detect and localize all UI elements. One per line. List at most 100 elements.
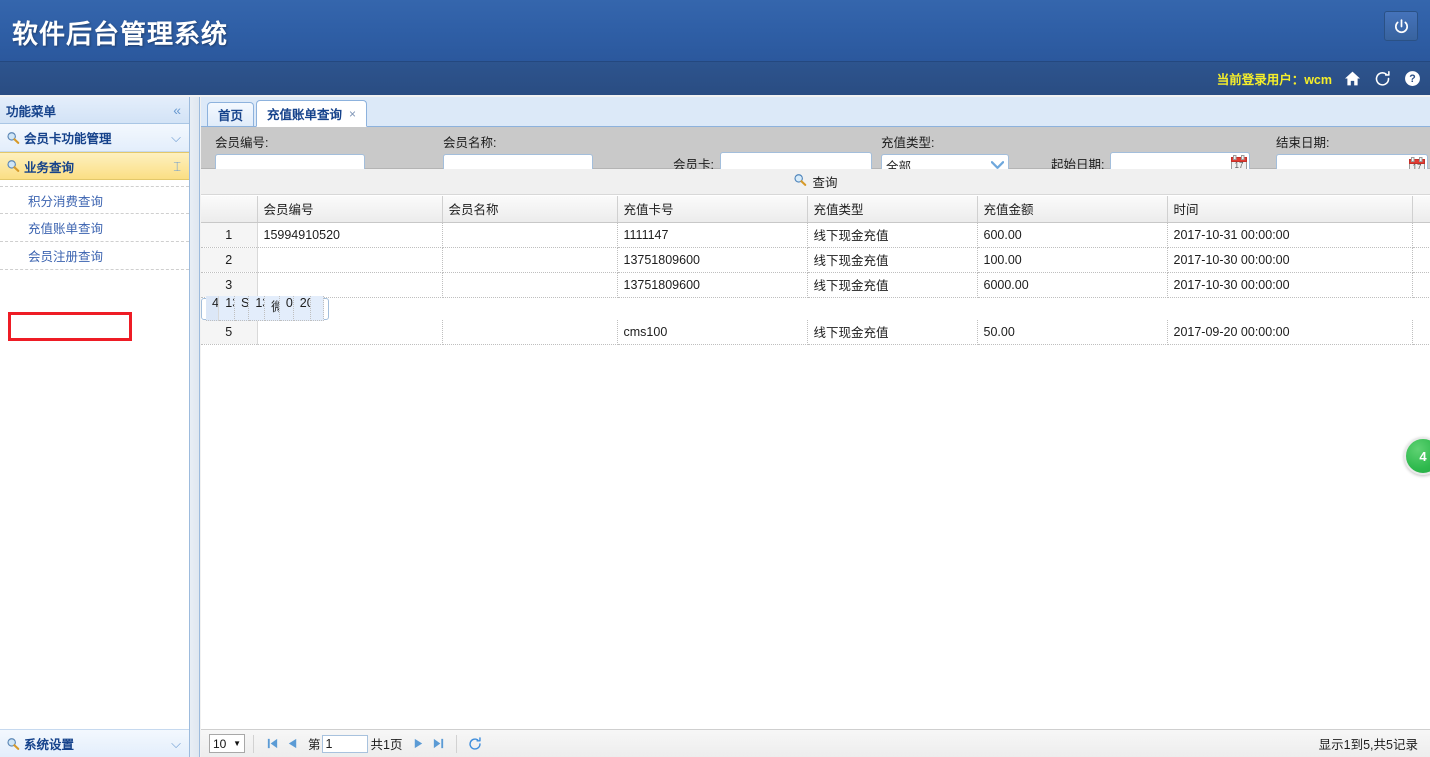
- sidebar-group-system-settings[interactable]: 系统设置 ⌵: [0, 729, 189, 757]
- search-panel: 会员编号: 会员名称: 会员卡: 充值类型: 全部 起始日期: 17 结束日期:…: [201, 127, 1430, 176]
- tab-label: 充值账单查询: [267, 108, 343, 122]
- cell-time: 2017-10-30 00:00:00: [1167, 247, 1413, 273]
- query-button[interactable]: 查询: [793, 172, 838, 191]
- cell-recharge-amount: 6000.00: [977, 272, 1168, 298]
- refresh-icon[interactable]: [465, 734, 485, 754]
- sidebar-item-points-consumption[interactable]: 积分消费查询: [0, 186, 189, 214]
- tab-strip: 首页 充值账单查询 ×: [201, 97, 1430, 127]
- sidebar-item-member-registration[interactable]: 会员注册查询: [0, 242, 189, 270]
- power-button[interactable]: [1384, 11, 1418, 41]
- cell-card-no: 13068868559: [249, 296, 266, 321]
- sidebar-item-label: 积分消费查询: [28, 194, 104, 209]
- sidebar-item-recharge-bill[interactable]: 充值账单查询: [0, 214, 189, 242]
- home-icon[interactable]: [1342, 69, 1362, 89]
- cell-member-name: [442, 247, 618, 273]
- chevron-up-icon[interactable]: ⌶: [173, 159, 181, 175]
- sidebar-header: 功能菜单 «: [0, 97, 189, 124]
- sidebar: 功能菜单 « 会员卡功能管理 ⌵ 业务查询 ⌶ 积分消费查询 充值账单查询 会员…: [0, 97, 190, 757]
- cell-recharge-amount: 600.00: [977, 222, 1168, 248]
- first-page-icon[interactable]: [262, 734, 282, 754]
- cell-member-no: [257, 319, 443, 345]
- last-page-icon[interactable]: [428, 734, 448, 754]
- highlight-box-recharge-bill: [8, 312, 132, 341]
- table-header-row: 会员编号 会员名称 充值卡号 充值类型 充值金额 时间: [201, 196, 1430, 223]
- sidebar-item-label: 充值账单查询: [28, 222, 104, 236]
- sidebar-group-business-query[interactable]: 业务查询 ⌶: [0, 152, 189, 180]
- cell-time: 2017-10-17 10:51:30: [293, 296, 311, 321]
- page-title: 软件后台管理系统: [12, 19, 229, 49]
- cell-recharge-type: 线下现金充值: [807, 222, 978, 248]
- sidebar-group-label: 会员卡功能管理: [24, 132, 112, 146]
- cell-card-no: 13751809600: [617, 247, 808, 273]
- chevron-down-icon[interactable]: ⌵: [171, 736, 181, 752]
- notification-badge-label: 4: [1419, 448, 1427, 464]
- page-size-select[interactable]: 10 ▼: [209, 734, 245, 753]
- cell-member-name: [442, 222, 618, 248]
- app-header: 软件后台管理系统: [0, 0, 1430, 62]
- field-label: 充值类型:: [881, 136, 935, 150]
- search-icon: [793, 173, 807, 190]
- cell-member-no: [257, 272, 443, 298]
- sidebar-item-label: 会员注册查询: [28, 250, 104, 264]
- row-number: 1: [201, 222, 258, 248]
- calendar-icon[interactable]: 17: [1231, 155, 1248, 170]
- table-row[interactable]: 2 13751809600 线下现金充值 100.00 2017-10-30 0…: [201, 247, 1430, 273]
- sidebar-splitter[interactable]: [190, 97, 200, 757]
- col-member-name[interactable]: 会员名称: [442, 196, 618, 223]
- sidebar-subitems: 积分消费查询 充值账单查询 会员注册查询: [0, 180, 189, 270]
- refresh-icon[interactable]: [1372, 69, 1392, 89]
- query-button-label: 查询: [812, 176, 838, 190]
- col-card-no[interactable]: 充值卡号: [617, 196, 808, 223]
- divider: [253, 734, 254, 753]
- field-label: 会员名称:: [443, 136, 497, 150]
- search-icon: [6, 131, 20, 145]
- cell-time: 2017-09-20 00:00:00: [1167, 319, 1413, 345]
- data-grid: 会员编号 会员名称 充值卡号 充值类型 充值金额 时间 1 1599491052…: [201, 196, 1430, 729]
- table-row[interactable]: 4 13068868559 SOSO 13068868559 微信充值 0.01…: [201, 296, 329, 321]
- cell-recharge-amount: 50.00: [977, 319, 1168, 345]
- col-recharge-amount[interactable]: 充值金额: [977, 196, 1168, 223]
- tab-home[interactable]: 首页: [207, 102, 255, 126]
- cell-recharge-type: 线下现金充值: [807, 272, 978, 298]
- col-recharge-type[interactable]: 充值类型: [807, 196, 978, 223]
- main-content: 首页 充值账单查询 × 会员编号: 会员名称: 会员卡: 充值类型: 全部 起始…: [201, 97, 1430, 757]
- cell-filler: [310, 296, 324, 321]
- cell-member-name: [442, 319, 618, 345]
- prev-page-icon[interactable]: [282, 734, 302, 754]
- page-number-input[interactable]: [321, 734, 368, 753]
- chevron-down-icon[interactable]: ⌵: [171, 130, 181, 146]
- next-page-icon[interactable]: [408, 734, 428, 754]
- field-label: 会员编号:: [215, 136, 269, 150]
- close-icon[interactable]: ×: [349, 107, 356, 121]
- help-icon[interactable]: ?: [1402, 69, 1422, 89]
- sub-header: 当前登录用户：wcm ?: [0, 62, 1430, 95]
- cell-filler: [1412, 222, 1430, 248]
- cell-recharge-type: 线下现金充值: [807, 247, 978, 273]
- sidebar-group-label: 业务查询: [24, 160, 75, 175]
- cell-card-no: 13751809600: [617, 272, 808, 298]
- col-member-no[interactable]: 会员编号: [257, 196, 443, 223]
- sidebar-group-membercard[interactable]: 会员卡功能管理 ⌵: [0, 124, 189, 152]
- cell-recharge-amount: 0.01: [279, 296, 294, 321]
- pagination-summary: 显示1到5,共5记录: [1318, 738, 1418, 752]
- row-number: 4: [206, 296, 220, 321]
- row-number: 3: [201, 272, 258, 298]
- row-number: 5: [201, 319, 258, 345]
- table-row[interactable]: 3 13751809600 线下现金充值 6000.00 2017-10-30 …: [201, 272, 1430, 298]
- cell-member-no: 13068868559: [219, 296, 236, 321]
- table-row[interactable]: 5 cms100 线下现金充值 50.00 2017-09-20 00:00:0…: [201, 319, 1430, 345]
- col-rownum: [201, 196, 258, 223]
- cell-member-name: SOSO: [235, 296, 250, 321]
- cell-recharge-type: 线下现金充值: [807, 319, 978, 345]
- field-label: 结束日期:: [1276, 136, 1330, 150]
- recharge-bill-table: 会员编号 会员名称 充值卡号 充值类型 充值金额 时间 1 1599491052…: [201, 196, 1430, 345]
- current-user-label: 当前登录用户：wcm: [1216, 73, 1332, 87]
- col-time[interactable]: 时间: [1167, 196, 1413, 223]
- cell-time: 2017-10-31 00:00:00: [1167, 222, 1413, 248]
- cell-member-name: [442, 272, 618, 298]
- double-chevron-left-icon[interactable]: «: [173, 102, 181, 118]
- sidebar-footer-label: 系统设置: [24, 738, 75, 752]
- tab-recharge-bill-query[interactable]: 充值账单查询 ×: [256, 100, 368, 127]
- sidebar-title: 功能菜单: [6, 104, 57, 119]
- table-row[interactable]: 1 15994910520 1111147 线下现金充值 600.00 2017…: [201, 222, 1430, 248]
